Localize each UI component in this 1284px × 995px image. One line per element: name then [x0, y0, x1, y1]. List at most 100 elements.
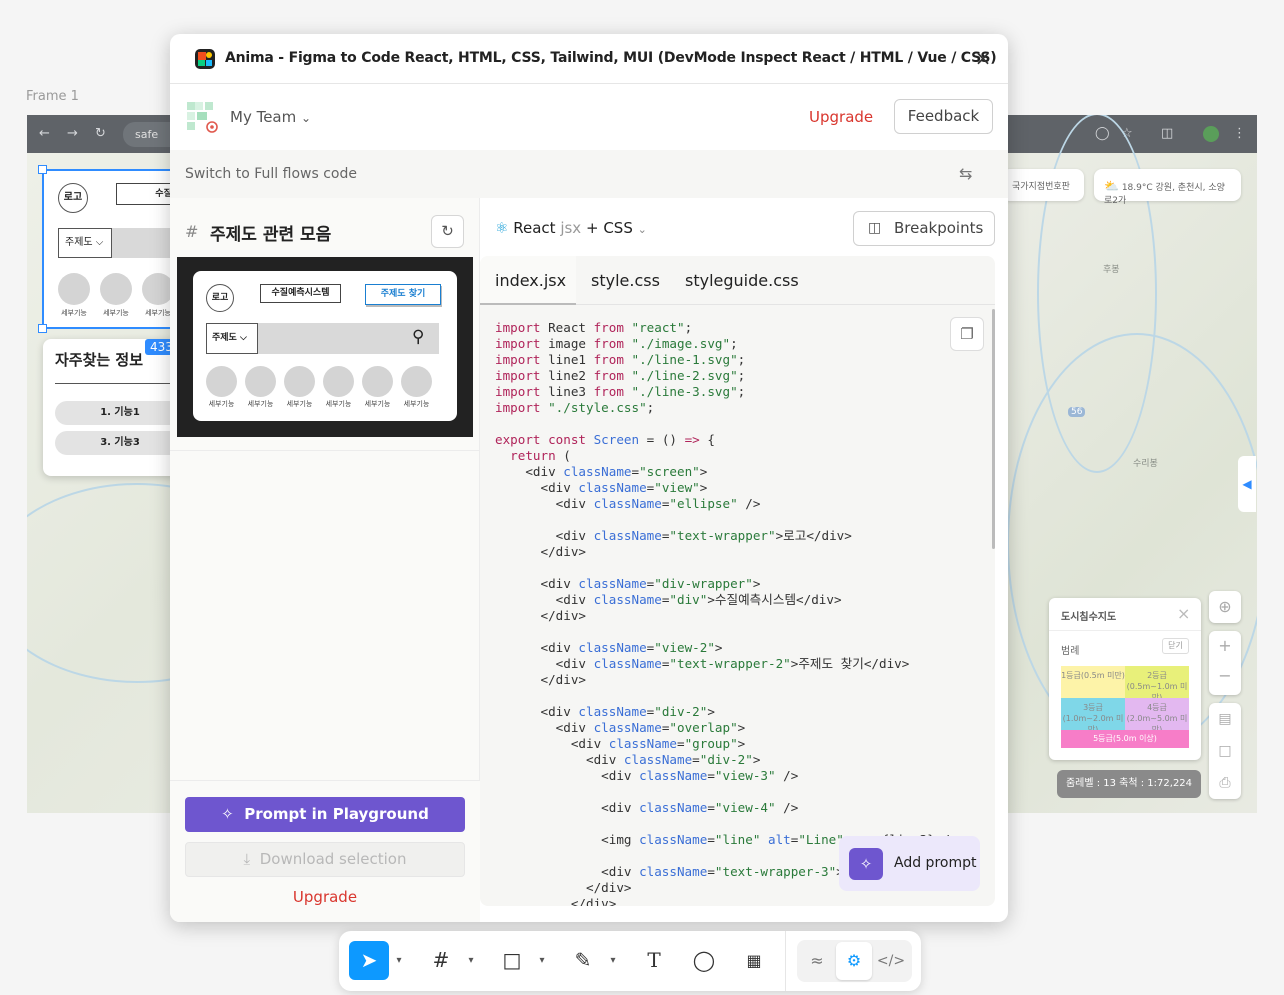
selection-handle[interactable]: [38, 165, 47, 174]
shape-tool-button[interactable]: □: [492, 941, 532, 980]
area-icon[interactable]: □: [1209, 735, 1241, 767]
upgrade-link[interactable]: Upgrade: [170, 888, 480, 906]
refresh-button[interactable]: ↻: [431, 215, 464, 248]
tab-index-jsx[interactable]: index.jsx: [480, 256, 576, 305]
rectangle-icon: □: [502, 948, 522, 972]
frame-tool-button[interactable]: #: [421, 941, 461, 980]
info-item[interactable]: 3. 기능3: [55, 431, 185, 455]
chevron-down-icon[interactable]: ▾: [607, 941, 619, 980]
comment-icon: ◯: [692, 948, 716, 972]
copy-button[interactable]: ❐: [950, 317, 984, 351]
preview-dropdown: 주제도 ⌵: [206, 323, 258, 354]
road-badge: 56: [1068, 407, 1086, 417]
close-icon[interactable]: ×: [972, 48, 994, 70]
add-prompt-label: Add prompt: [894, 855, 977, 871]
wire-dropdown: 주제도 ⌵: [58, 228, 112, 258]
weather-chip[interactable]: ⛅ 18.9°C 강원, 춘천시, 소양로2가: [1094, 169, 1241, 206]
info-item[interactable]: 1. 기능1: [55, 401, 185, 425]
code-block[interactable]: import React from "react"; import image …: [495, 320, 985, 906]
reload-icon: ↻: [95, 126, 106, 141]
chevron-down-icon: ⌄: [637, 223, 647, 236]
print-icon[interactable]: ⎙: [1209, 767, 1241, 799]
feature-circle: [401, 366, 432, 397]
ruler-icon[interactable]: ▤: [1209, 703, 1241, 735]
components-icon: ▦: [746, 951, 762, 970]
move-tool-button[interactable]: ➤: [349, 941, 389, 980]
tab-styleguide-css[interactable]: styleguide.css: [685, 256, 799, 305]
switch-flows-bar[interactable]: Switch to Full flows code ⇆: [170, 150, 1008, 198]
frame-hash-icon: #: [185, 222, 199, 241]
framework-ext: jsx: [560, 219, 582, 237]
switch-flows-label: Switch to Full flows code: [185, 166, 357, 182]
panel-toggle-button[interactable]: ◀: [1238, 456, 1256, 512]
left-actions: ✧ Prompt in Playground ⤓ Download select…: [170, 780, 480, 922]
code-scrollbar[interactable]: [992, 309, 995, 549]
team-selector[interactable]: My Team ⌄: [230, 108, 311, 126]
feedback-button[interactable]: Feedback: [894, 99, 993, 134]
preview-dropdown-label: 주제도: [212, 333, 237, 343]
legend-grade-5: 5등급(5.0m 이상): [1061, 730, 1189, 748]
selection-handle[interactable]: [38, 324, 47, 333]
swap-arrows-icon[interactable]: ⇆: [959, 164, 972, 183]
chevron-down-icon[interactable]: ▾: [393, 941, 405, 980]
sparkle-icon: ✧: [849, 848, 883, 880]
pen-icon: ✎: [574, 948, 592, 972]
legend-close-button[interactable]: 닫기: [1162, 638, 1189, 654]
map-chip[interactable]: 국가지점번호판: [1002, 169, 1084, 201]
file-tabs: index.jsx style.css styleguide.css: [480, 256, 995, 305]
divider: [170, 450, 480, 451]
frame-preview: 로고 수질예측시스템 주제도 찾기 주제도 ⌵ ⚲ 세부기능 세부기능 세부기능…: [177, 257, 473, 437]
close-icon[interactable]: ×: [1177, 604, 1190, 623]
chevron-down-icon: ⌄: [301, 111, 312, 125]
url-text: safe: [135, 128, 159, 141]
dev-mode-button[interactable]: </>: [873, 942, 909, 980]
design-mode-button[interactable]: ⚙: [836, 942, 872, 980]
frame-label[interactable]: Frame 1: [26, 89, 79, 104]
anima-logo-icon: [195, 49, 215, 69]
figma-toolbar: ➤ ▾ # ▾ □ ▾ ✎ ▾ T ◯ ▦ ≈ ⚙ </>: [339, 931, 921, 991]
place-label: 후봉: [1103, 265, 1120, 275]
sparkle-icon: ✧: [221, 805, 234, 823]
team-name: My Team: [230, 108, 297, 126]
back-icon: ←: [39, 126, 50, 141]
place-label: 수리봉: [1133, 459, 1158, 469]
wire-logo: 로고: [58, 183, 88, 213]
feature-circle: [362, 366, 393, 397]
crosshair-icon: ⊕: [1218, 597, 1232, 616]
chevron-down-icon: ⌵: [95, 237, 104, 248]
map-tools: ▤ □ ⎙: [1209, 703, 1241, 799]
feature-circle: [245, 366, 276, 397]
draw-mode-button[interactable]: ≈: [799, 942, 835, 980]
feature-circle: [58, 273, 90, 305]
team-avatar[interactable]: [185, 100, 219, 134]
actions-button[interactable]: ▦: [734, 941, 774, 980]
team-bar: My Team ⌄ Upgrade Feedback: [170, 84, 1008, 150]
text-icon: T: [647, 948, 661, 972]
legend-grade-1: 1등급(0.5m 미만): [1061, 666, 1125, 698]
zoom-out-button[interactable]: −: [1209, 661, 1241, 691]
download-icon: ⤓: [243, 850, 251, 868]
anima-plugin-window: Anima - Figma to Code React, HTML, CSS, …: [170, 34, 1008, 922]
feature-label: 세부기능: [208, 400, 235, 408]
breakpoints-button[interactable]: ◫ Breakpoints: [853, 211, 995, 246]
feature-label: 세부기능: [286, 400, 313, 408]
tab-style-css[interactable]: style.css: [591, 256, 660, 305]
text-tool-button[interactable]: T: [634, 941, 674, 980]
comment-tool-button[interactable]: ◯: [684, 941, 724, 980]
prompt-button-label: Prompt in Playground: [244, 805, 429, 823]
chevron-down-icon[interactable]: ▾: [536, 941, 548, 980]
download-selection-button[interactable]: ⤓ Download selection: [185, 842, 465, 877]
search-icon: ⚲: [412, 327, 425, 347]
frame-icon: #: [432, 948, 450, 972]
devmode-icon: ⚙: [846, 951, 862, 970]
zoom-in-button[interactable]: +: [1209, 631, 1241, 661]
feature-circle: [323, 366, 354, 397]
framework-selector[interactable]: ⚛ React jsx + CSS ⌄: [495, 219, 647, 237]
upgrade-link[interactable]: Upgrade: [809, 108, 873, 126]
menu-icon: ⋮: [1233, 126, 1246, 141]
chevron-down-icon[interactable]: ▾: [465, 941, 477, 980]
pen-tool-button[interactable]: ✎: [563, 941, 603, 980]
locate-button[interactable]: ⊕: [1209, 591, 1241, 623]
add-prompt-button[interactable]: ✧ Add prompt: [839, 836, 980, 891]
prompt-in-playground-button[interactable]: ✧ Prompt in Playground: [185, 797, 465, 832]
